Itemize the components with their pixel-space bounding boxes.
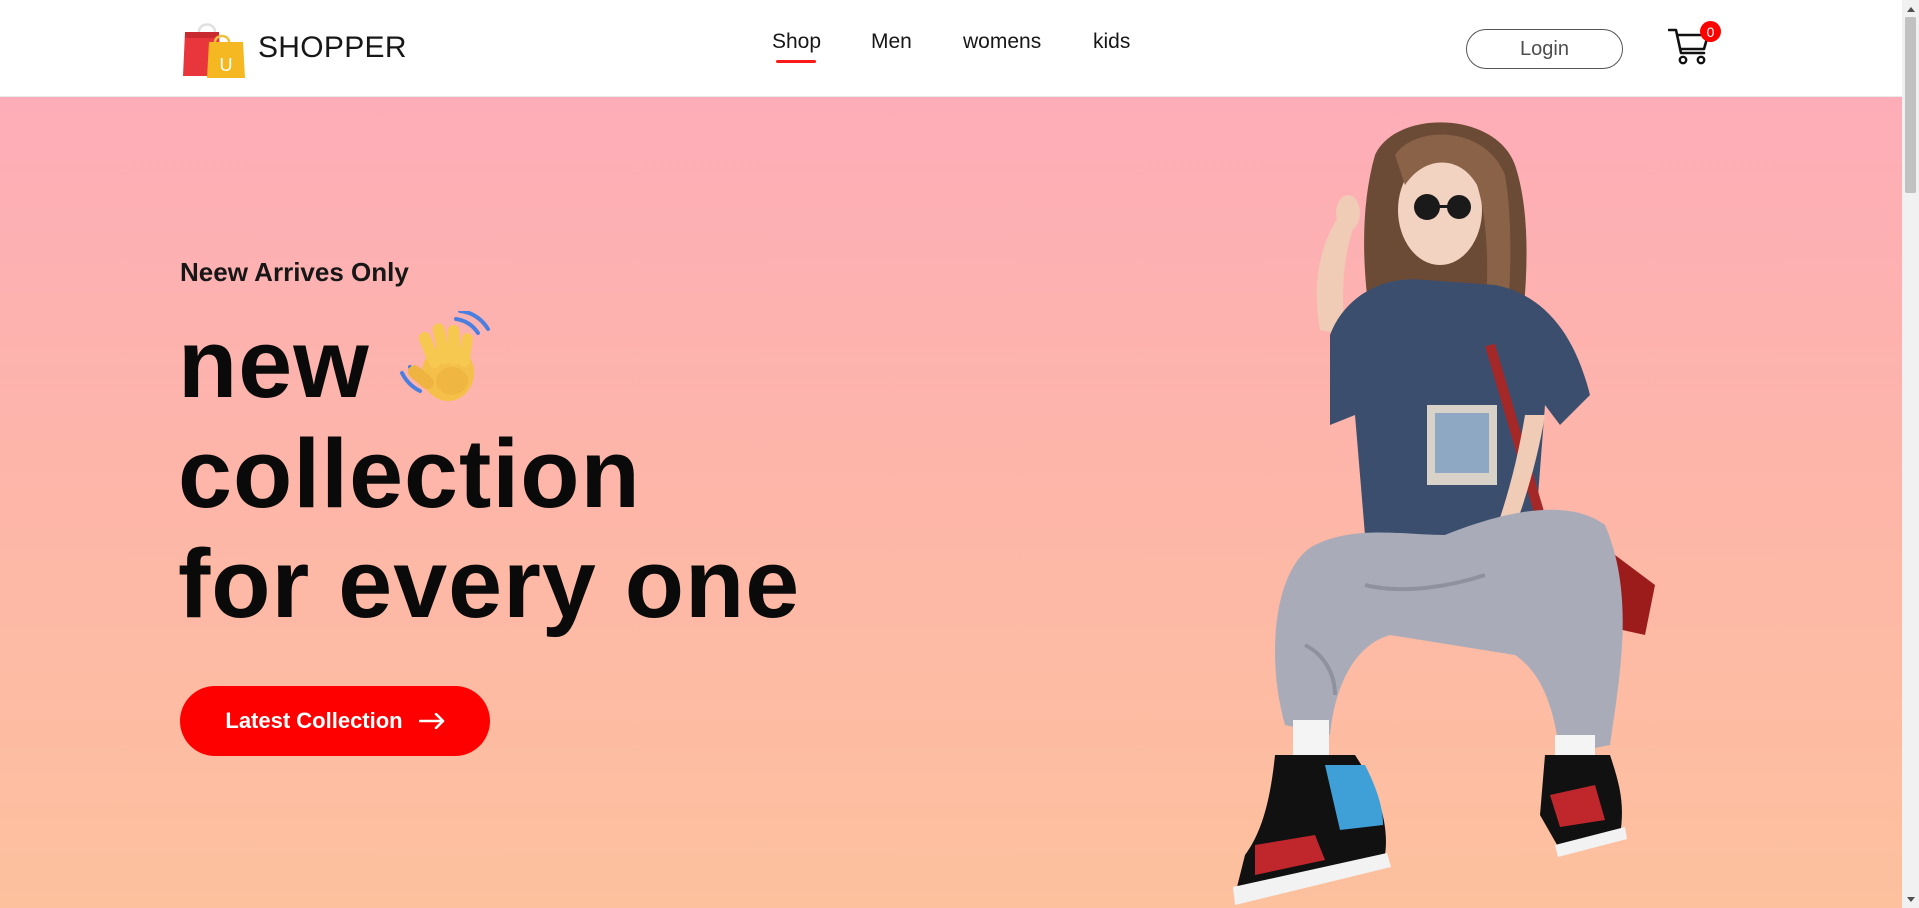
nav-item-womens[interactable]: womens [963,30,1093,60]
nav-item-label: kids [1093,30,1131,53]
scroll-down-arrow-icon[interactable] [1902,891,1919,908]
hero-tagline: Neew Arrives Only [180,257,409,287]
hero-title: new collection for every one [178,309,800,639]
main-nav: Shop Men womens kids [772,30,1153,63]
login-button[interactable]: Login [1466,29,1623,69]
waving-hand-icon [399,311,490,401]
nav-item-shop[interactable]: Shop [772,30,871,63]
scroll-up-arrow-icon[interactable] [1902,0,1919,17]
scrollbar-thumb[interactable] [1905,17,1916,193]
active-nav-underline [776,60,816,63]
hero-model-image [1233,122,1655,905]
vertical-scrollbar[interactable] [1902,0,1919,908]
hero-title-line-2: collection [178,419,641,528]
brand-name: SHOPPER [258,31,407,64]
arrow-right-icon [418,713,444,729]
hero-section: Neew Arrives Only new collection for eve… [0,97,1902,908]
hero-title-line-1: new [178,309,800,419]
shopping-bag-logo-icon: U [183,23,245,78]
latest-collection-button[interactable]: Latest Collection [180,686,490,756]
hero-title-line-3: for every one [178,529,801,638]
nav-item-label: womens [963,30,1042,53]
nav-item-kids[interactable]: kids [1093,30,1153,60]
logo-letter: U [220,55,233,75]
nav-item-label: Shop [772,30,822,53]
cart-count-badge: 0 [1700,21,1721,42]
hero-title-text: new [178,309,370,418]
cta-label: Latest Collection [225,708,403,733]
nav-item-label: Men [871,30,912,53]
brand[interactable]: U SHOPPER [183,18,407,78]
nav-item-men[interactable]: Men [871,30,963,60]
navbar: U SHOPPER Shop Men womens kids Login 0 [0,0,1902,97]
